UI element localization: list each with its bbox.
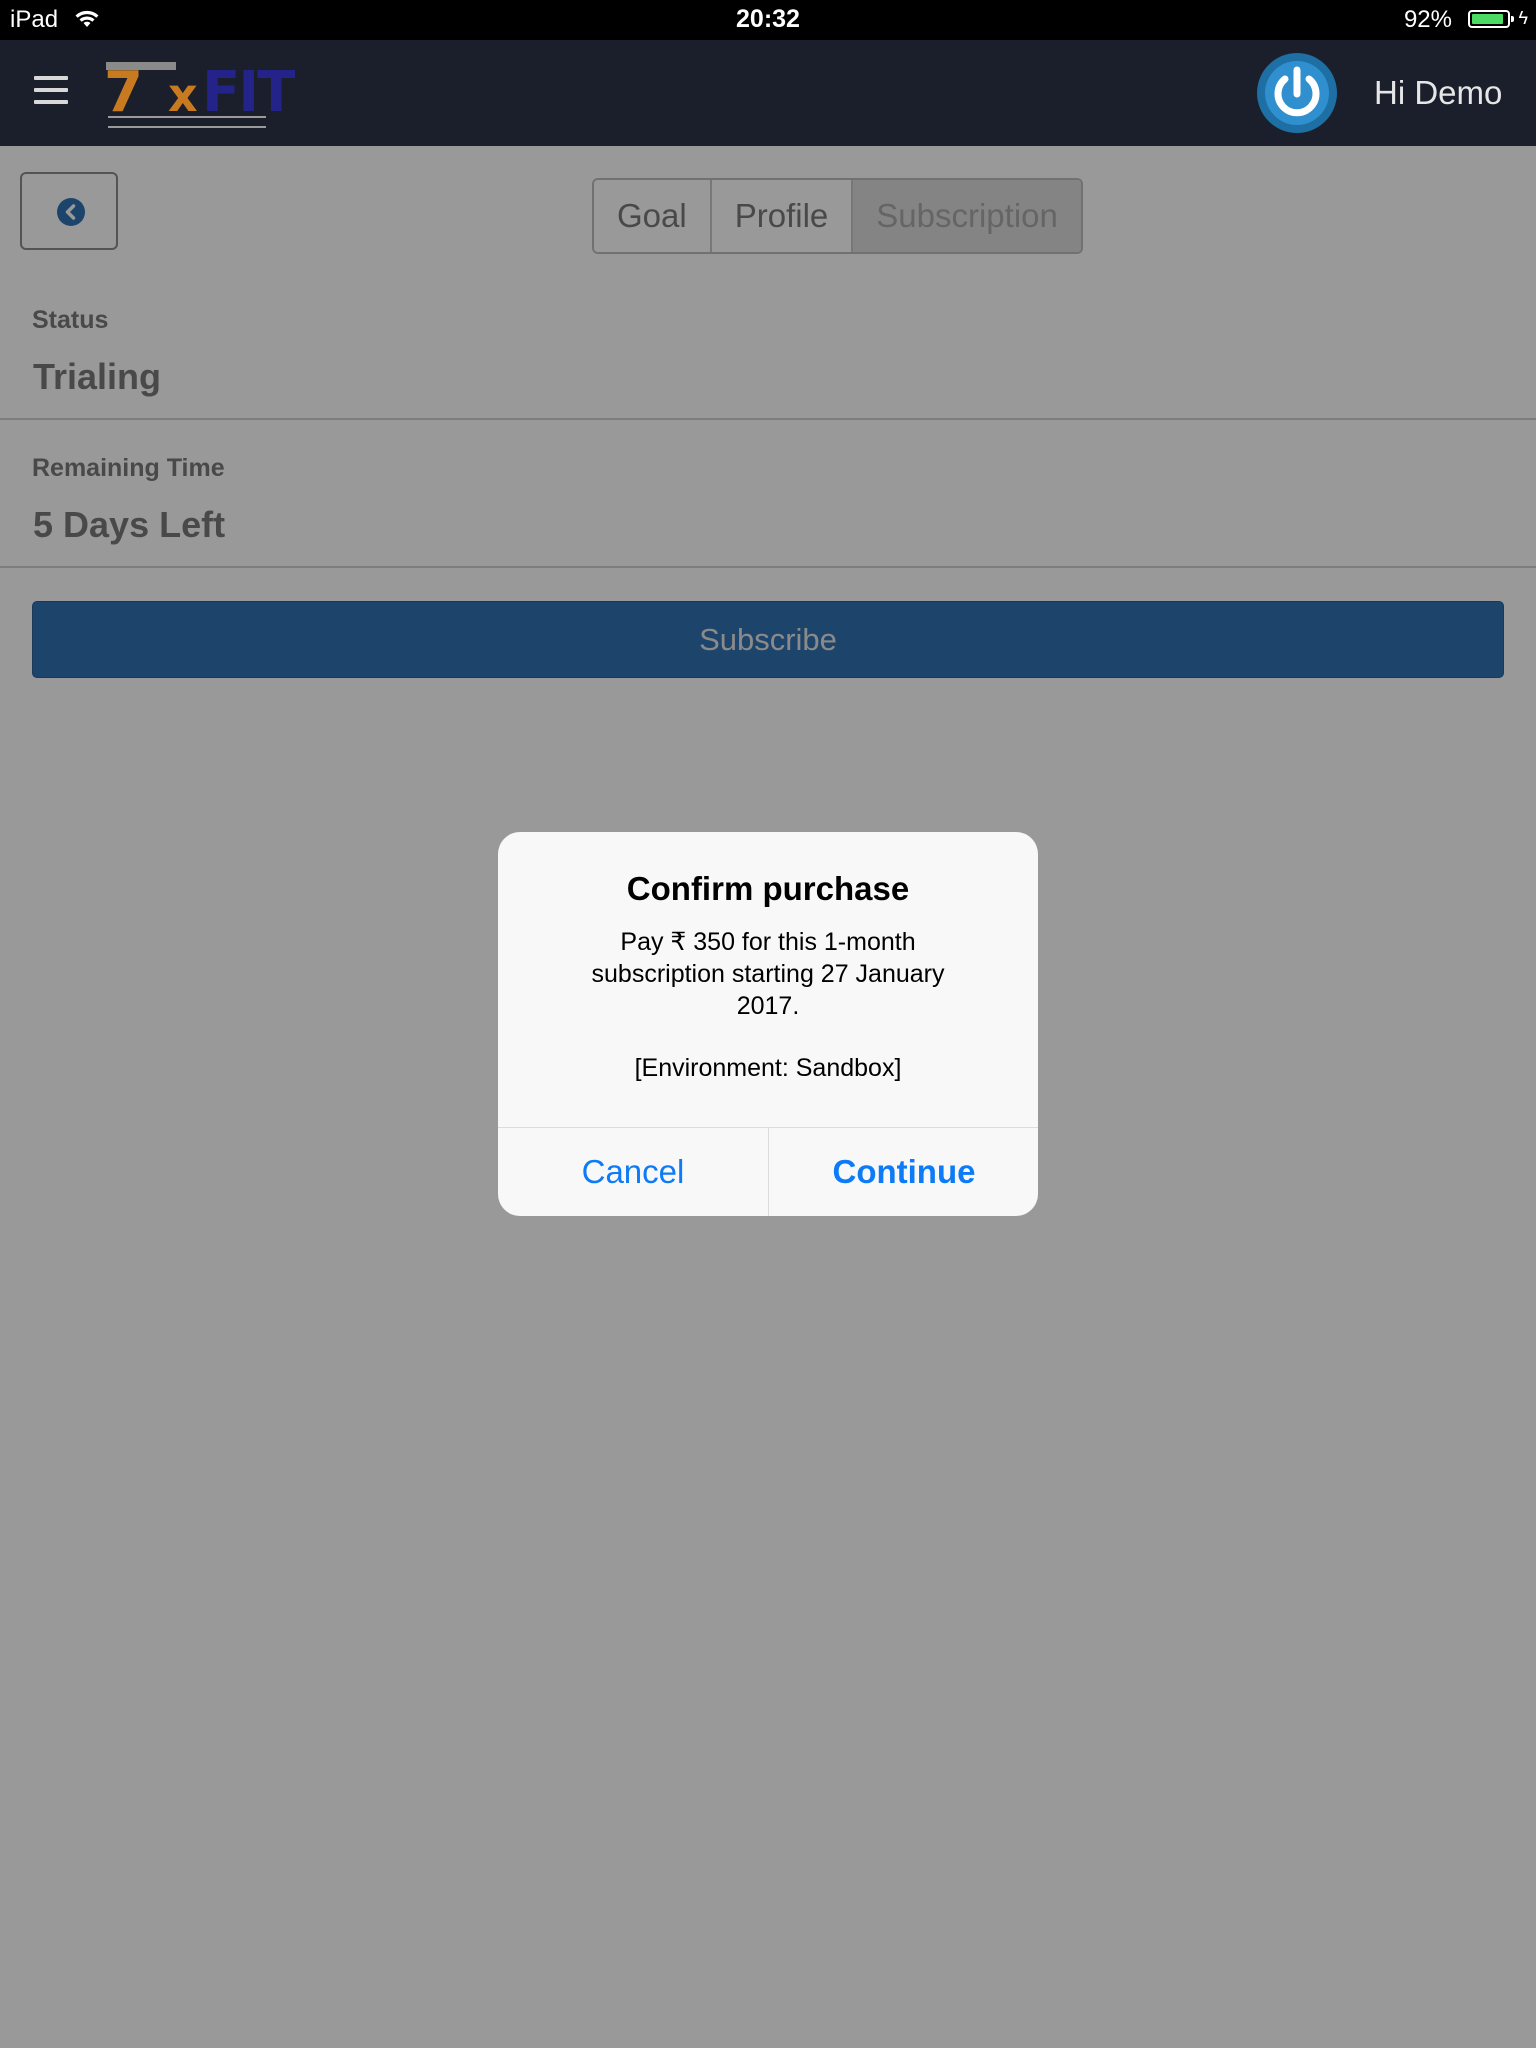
battery-percent: 92%	[1403, 6, 1452, 33]
app-navbar: 7 x FIT Hi Demo	[0, 40, 1536, 146]
user-greeting: Hi Demo	[1374, 74, 1503, 111]
cancel-button[interactable]: Cancel	[498, 1128, 768, 1216]
power-icon[interactable]	[1256, 52, 1338, 134]
charging-icon: ϟ	[1518, 8, 1528, 28]
dialog-message: Pay ₹ 350 for this 1-month subscription …	[591, 928, 945, 1020]
dialog-environment: [Environment: Sandbox]	[634, 1054, 902, 1082]
logo-tagline	[108, 116, 266, 128]
confirm-purchase-dialog: Confirm purchase Pay ₹ 350 for this 1-mo…	[498, 832, 1038, 1216]
continue-button[interactable]: Continue	[769, 1128, 1038, 1216]
battery-icon	[1468, 10, 1514, 28]
status-bar: iPad 20:32 92% ϟ	[0, 0, 1536, 40]
clock: 20:32	[736, 5, 800, 33]
dialog-title: Confirm purchase	[626, 870, 910, 907]
battery-level	[1472, 14, 1504, 24]
app-logo: 7 x FIT	[104, 60, 295, 128]
hamburger-menu-icon[interactable]	[34, 76, 68, 106]
